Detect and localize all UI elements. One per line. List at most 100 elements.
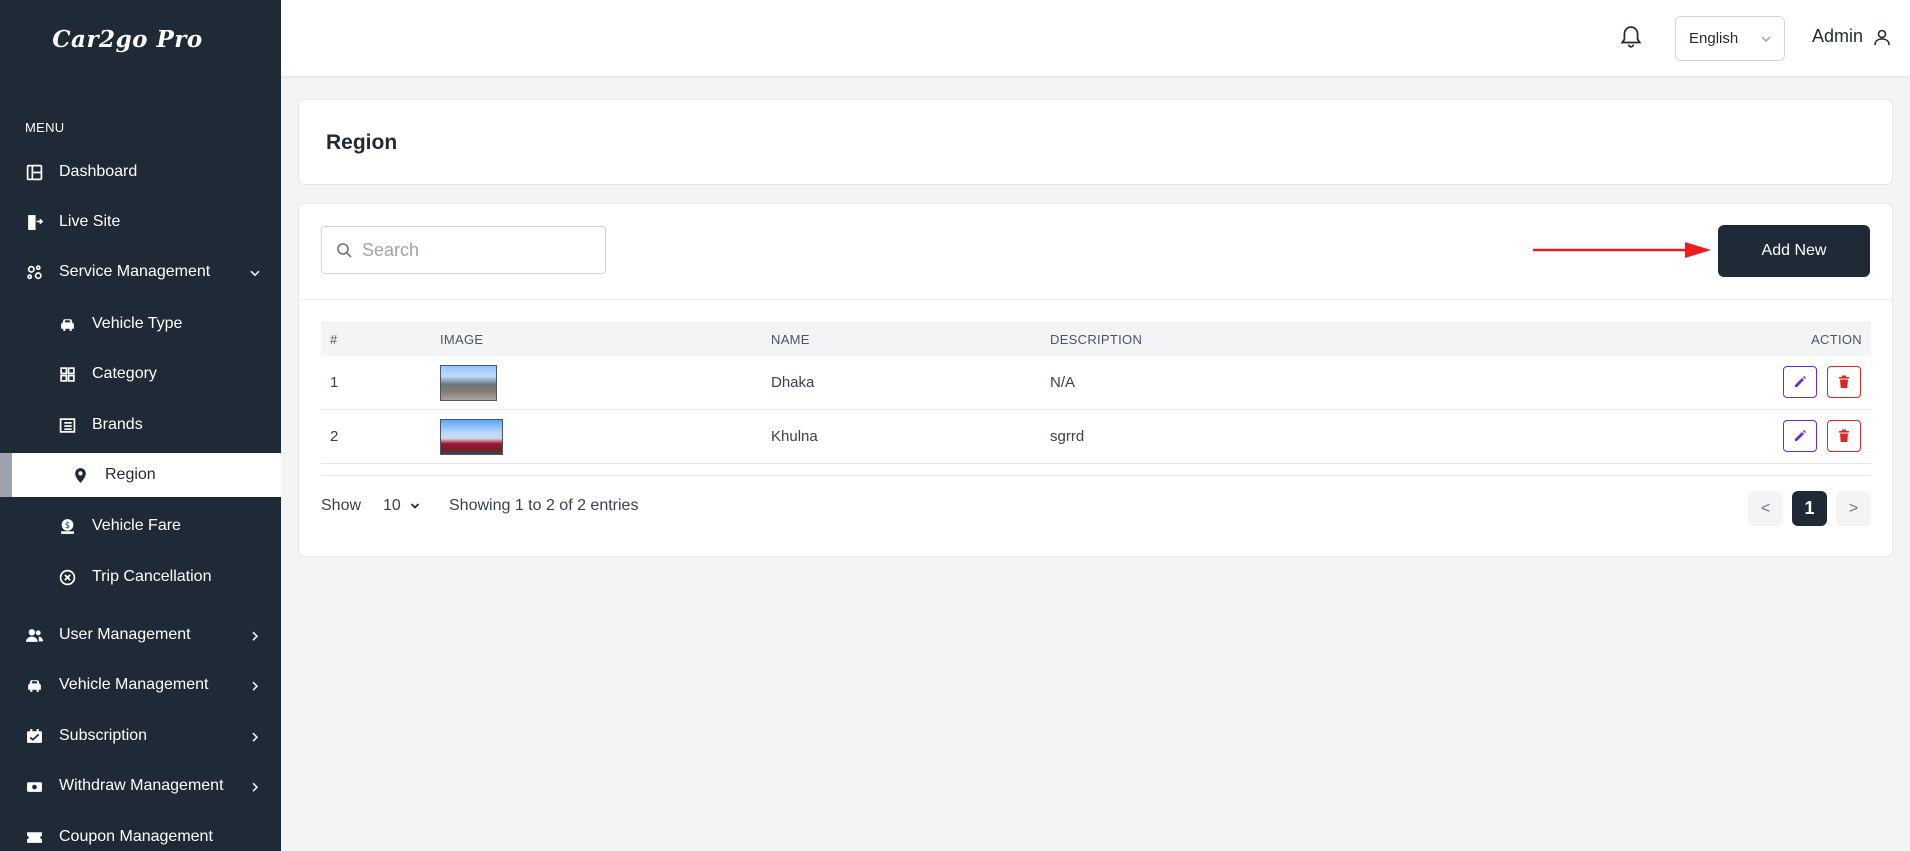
- sidebar-item-region[interactable]: Region: [0, 453, 281, 497]
- list-icon: [58, 416, 76, 434]
- chevron-right-icon: [252, 631, 259, 641]
- language-value: English: [1689, 30, 1739, 47]
- region-image: [440, 365, 497, 401]
- sidebar-item-withdraw-management[interactable]: Withdraw Management: [0, 764, 281, 808]
- sidebar-item-label: Coupon Management: [59, 828, 213, 845]
- page-header: Region: [298, 99, 1893, 185]
- users-icon: [25, 626, 43, 644]
- chevron-right-icon: [252, 782, 259, 792]
- sidebar-item-brands[interactable]: Brands: [0, 403, 281, 447]
- sidebar-item-trip-cancellation[interactable]: Trip Cancellation: [0, 555, 281, 599]
- page-size-select[interactable]: 10: [383, 497, 420, 515]
- divider: [299, 299, 1892, 300]
- user-name: Admin: [1812, 26, 1864, 46]
- bell-icon[interactable]: [1620, 25, 1642, 49]
- sidebar: Car2go Pro MENU Dashboard Live Site Serv…: [0, 0, 281, 851]
- page-size-value: 10: [383, 497, 401, 514]
- chevron-down-icon: [250, 270, 260, 277]
- chevron-right-icon: [252, 732, 259, 742]
- page-title: Region: [326, 131, 398, 154]
- search-icon: [337, 243, 352, 258]
- coupon-icon: [25, 828, 43, 846]
- dashboard-icon: [25, 163, 43, 181]
- delete-button[interactable]: [1827, 366, 1861, 398]
- sidebar-item-label: Brands: [92, 416, 143, 433]
- arrow-annotation: [1533, 242, 1711, 258]
- sidebar-item-label: Region: [105, 466, 156, 483]
- sidebar-item-dashboard[interactable]: Dashboard: [0, 150, 281, 194]
- user-menu[interactable]: Admin: [1812, 26, 1891, 47]
- chevron-right-icon: [252, 681, 259, 691]
- sidebar-item-vehicle-management[interactable]: Vehicle Management: [0, 663, 281, 707]
- sidebar-item-live-site[interactable]: Live Site: [0, 200, 281, 244]
- chevron-down-icon: [410, 503, 419, 509]
- withdraw-icon: [25, 777, 43, 795]
- pencil-icon: [1795, 376, 1806, 387]
- service-icon: [25, 263, 43, 281]
- column-header-action: ACTION: [1811, 332, 1862, 347]
- sidebar-item-label: Category: [92, 365, 157, 382]
- sidebar-item-user-management[interactable]: User Management: [0, 613, 281, 657]
- car-icon: [58, 315, 76, 333]
- sidebar-item-service-management[interactable]: Service Management: [0, 250, 281, 294]
- page-button-current[interactable]: 1: [1792, 491, 1827, 526]
- divider: [321, 475, 1871, 476]
- user-icon: [1874, 29, 1890, 45]
- column-header-index: #: [330, 332, 338, 347]
- live-site-icon: [25, 213, 43, 231]
- column-header-image: IMAGE: [440, 332, 484, 347]
- sidebar-item-category[interactable]: Category: [0, 352, 281, 396]
- car-icon: [25, 676, 43, 694]
- sidebar-item-coupon-management[interactable]: Coupon Management: [0, 815, 281, 851]
- edit-button[interactable]: [1783, 366, 1817, 398]
- delete-button[interactable]: [1827, 420, 1861, 452]
- add-new-button[interactable]: Add New: [1718, 225, 1870, 277]
- app-logo[interactable]: Car2go Pro: [0, 0, 281, 78]
- sidebar-item-label: Service Management: [59, 263, 211, 280]
- sidebar-item-vehicle-type[interactable]: Vehicle Type: [0, 302, 281, 346]
- row-name: Dhaka: [771, 374, 815, 391]
- show-label: Show: [321, 497, 362, 514]
- language-select[interactable]: English: [1675, 16, 1785, 61]
- sidebar-item-label: Subscription: [59, 727, 148, 744]
- region-image: [440, 419, 503, 455]
- trash-icon: [1839, 429, 1849, 442]
- row-name: Khulna: [771, 428, 818, 445]
- sidebar-item-label: Trip Cancellation: [92, 568, 212, 585]
- sidebar-item-label: Live Site: [59, 213, 121, 230]
- entries-info: Showing 1 to 2 of 2 entries: [449, 497, 639, 514]
- map-pin-icon: [71, 466, 89, 484]
- prev-page-button[interactable]: <: [1748, 491, 1783, 526]
- column-header-description: DESCRIPTION: [1050, 332, 1143, 347]
- topbar: English Admin: [281, 0, 1910, 76]
- fare-icon: $: [58, 517, 76, 535]
- edit-button[interactable]: [1783, 420, 1817, 452]
- table-row: 1 Dhaka N/A: [321, 356, 1871, 410]
- row-description: sgrrd: [1050, 428, 1085, 445]
- table-header: # IMAGE NAME DESCRIPTION ACTION: [321, 321, 1871, 356]
- search-input[interactable]: [362, 239, 582, 261]
- column-header-name: NAME: [771, 332, 810, 347]
- category-icon: [58, 365, 76, 383]
- sidebar-item-subscription[interactable]: Subscription: [0, 714, 281, 758]
- table-row: 2 Khulna sgrrd: [321, 410, 1871, 464]
- sidebar-item-label: Vehicle Management: [59, 676, 209, 693]
- subscription-icon: [25, 727, 43, 745]
- region-table-card: Add New # IMAGE NAME DESCRIPTION ACTION …: [298, 203, 1893, 557]
- svg-text:$: $: [64, 521, 69, 531]
- next-page-button[interactable]: >: [1836, 491, 1871, 526]
- sidebar-item-label: User Management: [59, 626, 191, 643]
- sidebar-item-vehicle-fare[interactable]: $ Vehicle Fare: [0, 504, 281, 548]
- sidebar-item-label: Withdraw Management: [59, 777, 224, 794]
- trash-icon: [1839, 375, 1849, 388]
- row-index: 2: [330, 428, 339, 445]
- row-description: N/A: [1050, 374, 1076, 391]
- sidebar-item-label: Vehicle Fare: [92, 517, 181, 534]
- page-size-control: Show 10: [321, 497, 420, 515]
- row-index: 1: [330, 374, 339, 391]
- chevron-down-icon: [1761, 36, 1771, 42]
- pencil-icon: [1795, 430, 1806, 441]
- search-box[interactable]: [321, 226, 606, 274]
- sidebar-item-label: Vehicle Type: [92, 315, 183, 332]
- cancel-circle-icon: [58, 568, 76, 586]
